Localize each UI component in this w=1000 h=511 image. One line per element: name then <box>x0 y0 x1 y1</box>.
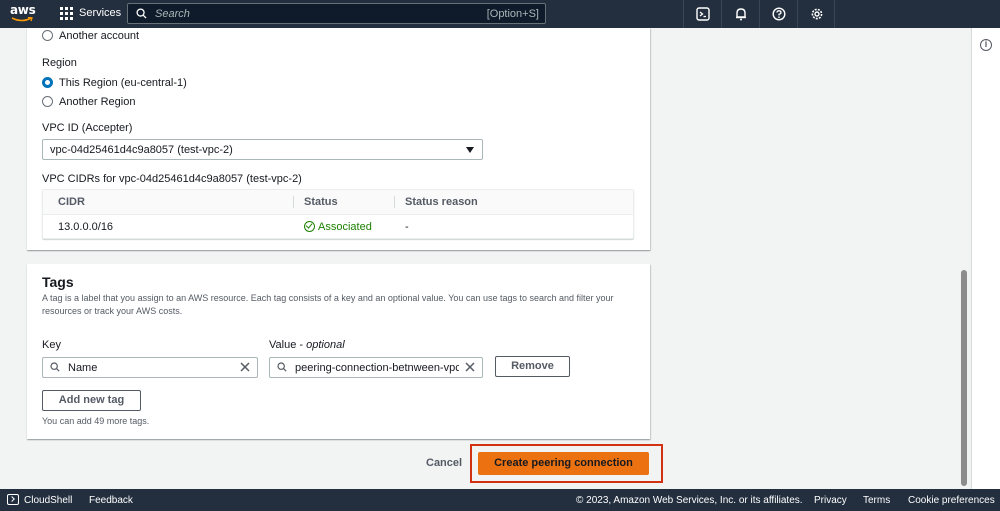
clear-icon[interactable] <box>239 361 251 373</box>
footer-cloudshell-link[interactable]: CloudShell <box>24 495 72 506</box>
footer-privacy-link[interactable]: Privacy <box>814 495 847 506</box>
column-divider <box>293 196 294 208</box>
create-peering-connection-button[interactable]: Create peering connection <box>478 452 649 475</box>
vpc-id-value: vpc-04d25461d4c9a8057 (test-vpc-2) <box>50 144 233 156</box>
status-text: Associated <box>318 221 372 233</box>
tag-key-value: Name <box>68 362 98 374</box>
cancel-button[interactable]: Cancel <box>426 457 462 469</box>
region-label: Region <box>42 57 77 69</box>
footer-feedback-link[interactable]: Feedback <box>89 495 133 506</box>
tag-key-input[interactable]: Name <box>42 357 258 378</box>
radio-another-account[interactable] <box>42 30 53 41</box>
scrollbar-thumb[interactable] <box>961 270 967 486</box>
vpc-cidrs-label: VPC CIDRs for vpc-04d25461d4c9a8057 (tes… <box>42 173 302 185</box>
cloudshell-icon <box>7 494 19 505</box>
search-icon <box>277 362 287 372</box>
aws-smile-icon <box>11 17 33 22</box>
clear-icon[interactable] <box>464 361 476 373</box>
column-header-status-reason: Status reason <box>405 196 478 208</box>
radio-this-region-label: This Region (eu-central-1) <box>59 77 187 89</box>
radio-another-region-label: Another Region <box>59 96 136 108</box>
search-icon <box>136 8 147 19</box>
vpc-id-select[interactable]: vpc-04d25461d4c9a8057 (test-vpc-2) <box>42 139 483 160</box>
tag-value-input[interactable]: peering-connection-betnween-vpc <box>269 357 483 378</box>
status-cell: Associated <box>304 221 372 233</box>
tag-value-value: peering-connection-betnween-vpc <box>295 362 459 374</box>
footer: CloudShell Feedback © 2023, Amazon Web S… <box>0 489 1000 511</box>
settings-button[interactable] <box>797 0 835 28</box>
radio-another-account-label: Another account <box>59 30 140 42</box>
cidr-cell: 13.0.0.0/16 <box>58 221 114 233</box>
tag-value-label: Value - optional <box>269 339 345 351</box>
status-reason-cell: - <box>405 221 409 233</box>
cidr-table: CIDR Status Status reason 13.0.0.0/16 As… <box>42 189 634 239</box>
aws-logo-text: aws <box>10 3 36 17</box>
search-placeholder: Search <box>155 8 190 20</box>
tags-description: A tag is a label that you assign to an A… <box>42 293 614 316</box>
tags-title: Tags <box>42 274 74 290</box>
search-icon <box>50 362 60 372</box>
remove-tag-button[interactable]: Remove <box>495 356 570 377</box>
cloudshell-icon <box>696 7 710 21</box>
top-navigation: aws Services Search [Option+S] <box>0 0 1000 28</box>
success-check-icon <box>304 221 315 232</box>
vpc-id-label: VPC ID (Accepter) <box>42 122 133 134</box>
tag-key-label: Key <box>42 339 61 351</box>
info-icon[interactable]: i <box>980 39 992 51</box>
radio-another-region[interactable] <box>42 96 53 107</box>
aws-logo[interactable]: aws <box>10 3 36 25</box>
search-shortcut: [Option+S] <box>486 8 539 20</box>
column-header-status: Status <box>304 196 338 208</box>
help-panel-rail: i <box>971 28 1000 489</box>
gear-icon <box>811 8 823 20</box>
caret-down-icon <box>466 147 474 153</box>
tags-panel <box>27 264 650 439</box>
footer-terms-link[interactable]: Terms <box>863 495 890 506</box>
bell-icon <box>736 8 746 21</box>
tags-remaining-hint: You can add 49 more tags. <box>42 416 150 426</box>
footer-copyright: © 2023, Amazon Web Services, Inc. or its… <box>576 495 803 506</box>
add-new-tag-button[interactable]: Add new tag <box>42 390 141 411</box>
help-button[interactable] <box>759 0 797 28</box>
cidr-table-header: CIDR Status Status reason <box>43 190 633 215</box>
help-icon <box>772 7 786 21</box>
footer-cookie-preferences-link[interactable]: Cookie preferences <box>908 495 995 506</box>
column-header-cidr: CIDR <box>58 196 85 208</box>
services-grid-icon[interactable] <box>60 7 73 20</box>
column-divider <box>394 196 395 208</box>
search-input[interactable]: Search [Option+S] <box>127 3 546 24</box>
cloudshell-button[interactable] <box>683 0 721 28</box>
radio-this-region[interactable] <box>42 77 53 88</box>
notifications-button[interactable] <box>721 0 759 28</box>
services-menu[interactable]: Services <box>79 7 121 19</box>
